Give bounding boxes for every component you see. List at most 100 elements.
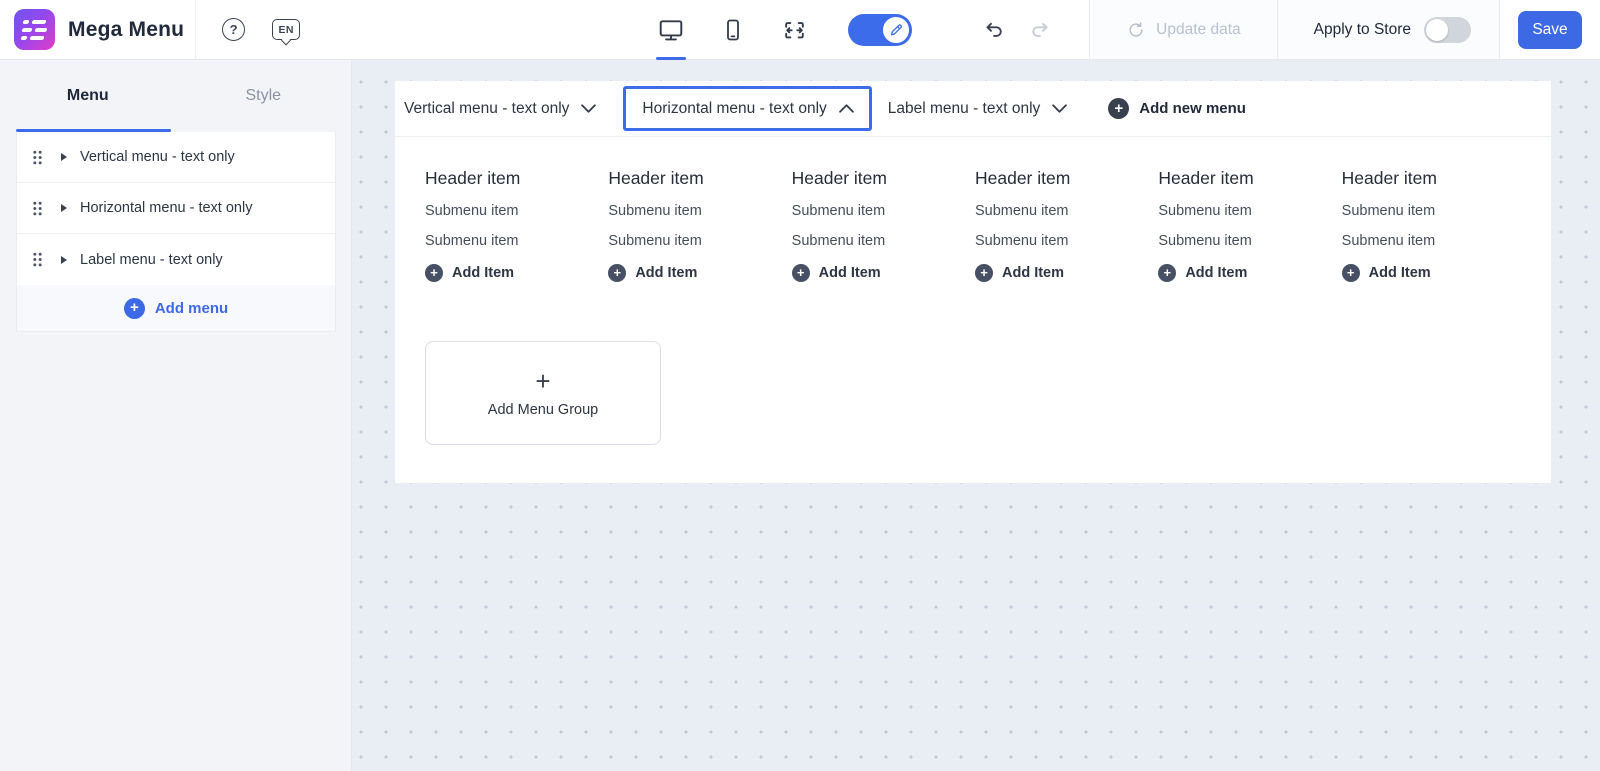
sidebar-item-label-menu[interactable]: Label menu - text only	[17, 234, 335, 285]
menu-group: Header item Submenu item Submenu item + …	[425, 167, 608, 282]
save-button[interactable]: Save	[1518, 11, 1582, 49]
submenu-item[interactable]: Submenu item	[1342, 203, 1525, 219]
desktop-icon	[658, 18, 684, 42]
device-preview-switcher	[658, 0, 912, 60]
desktop-preview-button[interactable]	[658, 0, 684, 60]
canvas-tab-label: Vertical menu - text only	[404, 100, 569, 118]
header-actions: Update data Apply to Store Save	[983, 0, 1600, 59]
submenu-item[interactable]: Submenu item	[608, 233, 791, 249]
add-item-button[interactable]: + Add Item	[425, 264, 608, 282]
header-item[interactable]: Header item	[792, 167, 975, 189]
sidebar-item-vertical-menu[interactable]: Vertical menu - text only	[17, 132, 335, 183]
add-menu-button[interactable]: + Add menu	[17, 285, 335, 331]
drag-handle-icon[interactable]	[31, 200, 44, 217]
history-controls	[983, 0, 1089, 59]
menu-group: Header item Submenu item Submenu item + …	[975, 167, 1158, 282]
add-new-menu-button[interactable]: + Add new menu	[1108, 98, 1246, 119]
add-item-label: Add Item	[1369, 265, 1431, 281]
chevron-up-icon	[839, 104, 854, 113]
submenu-item[interactable]: Submenu item	[425, 203, 608, 219]
redo-button[interactable]	[1029, 19, 1051, 41]
menu-group: Header item Submenu item Submenu item + …	[792, 167, 975, 282]
edit-mode-toggle[interactable]	[848, 14, 912, 46]
add-item-button[interactable]: + Add Item	[608, 264, 791, 282]
plus-circle-icon: +	[792, 264, 810, 282]
submenu-item[interactable]: Submenu item	[792, 233, 975, 249]
undo-icon	[983, 19, 1005, 41]
menu-group: Header item Submenu item Submenu item + …	[608, 167, 791, 282]
submenu-item[interactable]: Submenu item	[1158, 203, 1341, 219]
header-item[interactable]: Header item	[425, 167, 608, 189]
add-item-button[interactable]: + Add Item	[792, 264, 975, 282]
submenu-item[interactable]: Submenu item	[975, 233, 1158, 249]
help-icon[interactable]: ?	[222, 18, 245, 41]
submenu-item[interactable]: Submenu item	[975, 203, 1158, 219]
sidebar-menu-list: Vertical menu - text only Horizontal men…	[16, 132, 336, 332]
expand-caret-icon[interactable]	[61, 153, 67, 161]
add-item-button[interactable]: + Add Item	[1342, 264, 1525, 282]
add-item-label: Add Item	[635, 265, 697, 281]
app-logo-icon	[14, 9, 55, 50]
submenu-item[interactable]: Submenu item	[608, 203, 791, 219]
add-item-label: Add Item	[819, 265, 881, 281]
header-item[interactable]: Header item	[1158, 167, 1341, 189]
chevron-down-icon	[581, 104, 596, 113]
refresh-icon	[1126, 20, 1146, 40]
plus-circle-icon: +	[124, 298, 145, 319]
plus-circle-icon: +	[425, 264, 443, 282]
add-menu-label: Add menu	[155, 300, 228, 317]
canvas-tab-label-menu[interactable]: Label menu - text only	[888, 100, 1089, 118]
menu-group: Header item Submenu item Submenu item + …	[1158, 167, 1341, 282]
header-item[interactable]: Header item	[975, 167, 1158, 189]
menu-item-label: Vertical menu - text only	[80, 149, 235, 165]
update-data-button[interactable]: Update data	[1089, 0, 1276, 59]
responsive-width-icon	[782, 18, 807, 43]
drag-handle-icon[interactable]	[31, 251, 44, 268]
tab-style[interactable]: Style	[176, 60, 352, 132]
canvas-tab-label: Horizontal menu - text only	[642, 100, 826, 118]
add-item-label: Add Item	[452, 265, 514, 281]
responsive-width-button[interactable]	[782, 0, 807, 60]
mobile-icon	[721, 18, 745, 42]
canvas-tab-horizontal-menu-selected[interactable]: Horizontal menu - text only	[623, 86, 871, 131]
brand: Mega Menu	[0, 0, 196, 59]
submenu-item[interactable]: Submenu item	[1342, 233, 1525, 249]
submenu-item[interactable]: Submenu item	[425, 233, 608, 249]
apply-to-store-section: Apply to Store	[1277, 0, 1499, 59]
add-menu-group-button[interactable]: + Add Menu Group	[425, 341, 661, 445]
mobile-preview-button[interactable]	[721, 0, 745, 60]
add-item-button[interactable]: + Add Item	[1158, 264, 1341, 282]
expand-caret-icon[interactable]	[61, 204, 67, 212]
undo-button[interactable]	[983, 19, 1005, 41]
menu-canvas: Vertical menu - text only Horizontal men…	[395, 81, 1551, 483]
sidebar-item-horizontal-menu[interactable]: Horizontal menu - text only	[17, 183, 335, 234]
expand-caret-icon[interactable]	[61, 256, 67, 264]
submenu-item[interactable]: Submenu item	[1158, 233, 1341, 249]
sidebar-tabs: Menu Style	[0, 60, 351, 132]
plus-icon: +	[535, 369, 550, 393]
add-item-button[interactable]: + Add Item	[975, 264, 1158, 282]
menu-groups: Header item Submenu item Submenu item + …	[425, 167, 1525, 282]
submenu-item[interactable]: Submenu item	[792, 203, 975, 219]
save-section: Save	[1499, 0, 1600, 59]
edit-toggle-knob	[882, 16, 910, 44]
canvas-content: Header item Submenu item Submenu item + …	[395, 137, 1551, 445]
language-icon[interactable]: EN	[272, 19, 300, 40]
chevron-down-icon	[1052, 104, 1067, 113]
add-menu-group-label: Add Menu Group	[488, 402, 598, 418]
apply-to-store-label: Apply to Store	[1314, 21, 1411, 39]
header-utility-icons: ? EN	[222, 0, 300, 59]
plus-circle-icon: +	[1108, 98, 1129, 119]
header-item[interactable]: Header item	[1342, 167, 1525, 189]
plus-circle-icon: +	[975, 264, 993, 282]
preview-area: Vertical menu - text only Horizontal men…	[352, 60, 1600, 771]
add-new-menu-label: Add new menu	[1139, 100, 1246, 117]
add-item-label: Add Item	[1002, 265, 1064, 281]
tab-menu[interactable]: Menu	[0, 60, 176, 132]
app-header: Mega Menu ? EN	[0, 0, 1600, 60]
drag-handle-icon[interactable]	[31, 149, 44, 166]
canvas-tab-vertical-menu[interactable]: Vertical menu - text only	[404, 100, 617, 118]
apply-to-store-toggle[interactable]	[1424, 17, 1471, 43]
page-title: Mega Menu	[68, 18, 184, 42]
header-item[interactable]: Header item	[608, 167, 791, 189]
